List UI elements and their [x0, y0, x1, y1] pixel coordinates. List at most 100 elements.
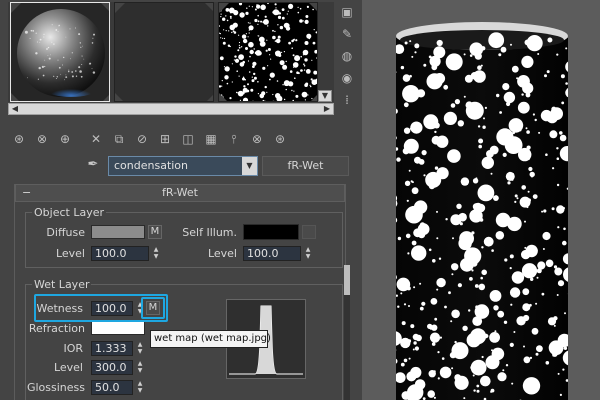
self-illum-level-field[interactable]: 100.0 [243, 246, 301, 261]
water-droplet [463, 95, 466, 98]
water-droplet [480, 375, 491, 387]
rollout-scrollbar-thumb[interactable] [344, 265, 350, 295]
water-droplet [477, 184, 495, 202]
water-droplet [266, 39, 268, 41]
water-droplet [563, 227, 566, 231]
water-droplet [449, 351, 457, 359]
water-droplet [439, 336, 442, 339]
assign-material-icon[interactable]: ⊕ [54, 129, 76, 149]
water-droplet [445, 53, 463, 71]
uv-tiling-icon[interactable]: ◉ [338, 68, 356, 88]
water-droplet [457, 120, 464, 127]
water-droplet [83, 58, 85, 60]
diffuse-color-swatch[interactable] [91, 225, 145, 239]
water-droplet [219, 56, 224, 61]
water-droplet [79, 70, 82, 73]
sphere-preview-slot[interactable] [10, 2, 110, 102]
water-droplet [528, 251, 532, 255]
show-end-result-icon[interactable]: ⫯ [223, 129, 245, 149]
water-droplet [27, 77, 28, 79]
water-droplet [556, 183, 560, 187]
water-droplet [274, 11, 276, 13]
wet-level-spinner[interactable]: ▲ ▼ [136, 360, 144, 375]
water-droplet [438, 257, 442, 260]
water-droplet [559, 131, 563, 135]
water-droplet [292, 54, 295, 57]
go-to-parent-icon[interactable]: ⊗ [246, 129, 268, 149]
make-unique-icon[interactable]: ⊘ [131, 129, 153, 149]
water-droplet [411, 187, 419, 195]
get-material-icon[interactable]: ⊛ [8, 129, 30, 149]
put-library-icon[interactable]: ⊞ [154, 129, 176, 149]
water-droplet [556, 147, 559, 150]
water-droplet [414, 156, 421, 164]
self-illum-level-spinner[interactable]: ▲ ▼ [304, 246, 312, 261]
video-check-icon[interactable]: ⁞ [338, 90, 356, 110]
water-droplet [564, 312, 566, 315]
self-illum-color-swatch[interactable] [243, 224, 299, 240]
water-droplet [291, 47, 293, 49]
sample-type-icon[interactable]: ▣ [338, 2, 356, 22]
rollout-header[interactable]: − fR-Wet [15, 184, 345, 202]
water-droplet [411, 245, 427, 261]
empty-slot[interactable] [114, 2, 214, 102]
water-droplet [257, 93, 259, 95]
refraction-color-swatch[interactable] [91, 321, 145, 335]
water-droplet [232, 22, 238, 28]
water-droplet [511, 271, 525, 284]
water-droplet [404, 180, 411, 186]
show-map-icon[interactable]: ▦ [200, 129, 222, 149]
diffuse-level-spinner[interactable]: ▲ ▼ [152, 246, 160, 261]
water-droplet [408, 392, 412, 396]
water-droplet [421, 150, 427, 156]
water-droplet [255, 51, 257, 53]
material-type-button[interactable]: fR-Wet [262, 156, 349, 176]
ior-spinner[interactable]: ▲ ▼ [136, 341, 144, 356]
water-droplet [260, 20, 263, 23]
rollout-scrollbar[interactable] [344, 265, 350, 400]
water-droplet [519, 196, 531, 208]
slots-horizontal-scrollbar[interactable]: ◀ ▶ [8, 103, 334, 115]
viewport[interactable] [362, 0, 600, 400]
wet-level-field[interactable]: 300.0 [91, 360, 133, 375]
water-droplet [545, 361, 550, 365]
water-droplet [436, 210, 438, 213]
water-droplet [408, 357, 411, 360]
self-illum-map-button[interactable] [302, 225, 316, 239]
make-copy-icon[interactable]: ⧉ [108, 129, 130, 149]
water-droplet [277, 15, 282, 19]
diffuse-map-button[interactable]: M [148, 225, 162, 239]
slots-scroll-down-button[interactable]: ▼ [318, 90, 332, 102]
water-droplet [409, 40, 412, 43]
water-droplet [247, 60, 250, 62]
water-droplet [437, 377, 440, 380]
water-droplet [431, 342, 436, 346]
water-droplet [561, 101, 565, 105]
water-droplet [423, 174, 426, 177]
material-id-icon[interactable]: ◫ [177, 129, 199, 149]
eyedropper-icon[interactable]: ✒ [84, 157, 102, 175]
water-droplet [53, 75, 55, 77]
water-droplet [305, 15, 309, 18]
glossiness-field[interactable]: 50.0 [91, 380, 133, 395]
water-droplet [270, 58, 272, 60]
water-droplet [404, 41, 408, 45]
put-material-icon[interactable]: ⊗ [31, 129, 53, 149]
backlight-icon[interactable]: ✎ [338, 24, 356, 44]
reset-icon[interactable]: ✕ [85, 129, 107, 149]
background-icon[interactable]: ◍ [338, 46, 356, 66]
water-droplet [403, 303, 407, 306]
chevron-down-icon[interactable]: ▼ [242, 157, 257, 175]
go-forward-icon[interactable]: ⊛ [269, 129, 291, 149]
water-droplet [51, 41, 53, 43]
diffuse-level-field[interactable]: 100.0 [91, 246, 149, 261]
speckle-map-slot[interactable] [218, 2, 318, 102]
water-droplet [413, 286, 416, 289]
water-droplet [546, 70, 550, 74]
water-droplet [451, 367, 454, 370]
glossiness-spinner[interactable]: ▲ ▼ [136, 380, 144, 395]
scroll-right-icon[interactable]: ▶ [321, 104, 333, 114]
scroll-left-icon[interactable]: ◀ [9, 104, 21, 114]
material-name-field[interactable]: condensation ▼ [108, 156, 258, 176]
ior-field[interactable]: 1.333 [91, 341, 133, 356]
